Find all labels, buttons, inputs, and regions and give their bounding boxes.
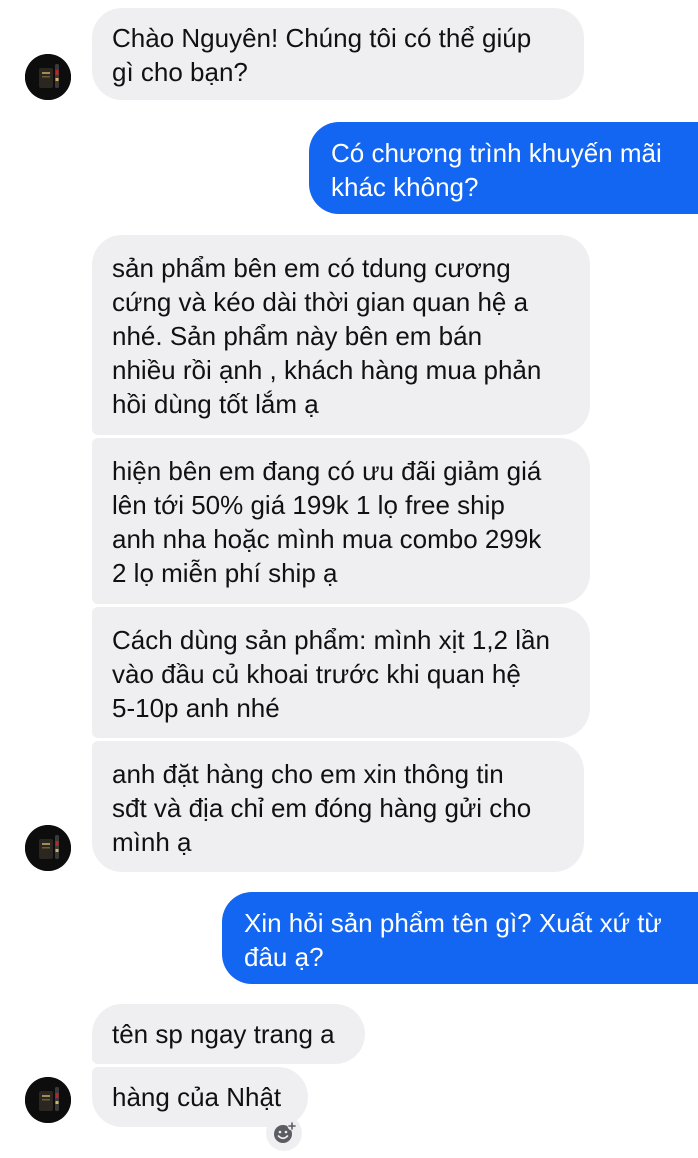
message-bubble-outgoing[interactable]: Có chương trình khuyến mãi khác không? [309, 122, 698, 214]
message-bubble-incoming[interactable]: sản phẩm bên em có tdung cương cứng và k… [92, 235, 590, 435]
message-bubble-incoming[interactable]: anh đặt hàng cho em xin thông tin sđt và… [92, 741, 584, 872]
message-bubble-outgoing[interactable]: Xin hỏi sản phẩm tên gì? Xuất xứ từ đâu … [222, 892, 698, 984]
shop-avatar-icon[interactable] [25, 825, 71, 871]
shop-avatar-icon[interactable] [25, 54, 71, 100]
add-reaction-button[interactable] [266, 1115, 302, 1151]
shop-avatar-icon[interactable] [25, 1077, 71, 1123]
add-reaction-icon [274, 1121, 297, 1143]
message-bubble-incoming[interactable]: Chào Nguyên! Chúng tôi có thể giúp gì ch… [92, 8, 584, 100]
message-bubble-incoming[interactable]: tên sp ngay trang a [92, 1004, 365, 1064]
message-bubble-incoming[interactable]: hiện bên em đang có ưu đãi giảm giá lên … [92, 438, 590, 604]
message-bubble-incoming[interactable]: Cách dùng sản phẩm: mình xịt 1,2 lần vào… [92, 607, 590, 738]
